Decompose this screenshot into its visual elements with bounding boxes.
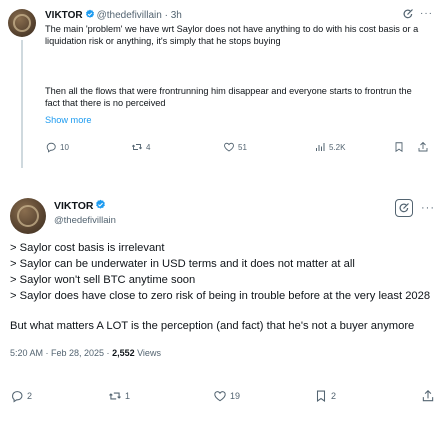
like-count: 19	[230, 391, 241, 401]
reply-button[interactable]: 2	[10, 389, 32, 403]
bookmark-button[interactable]: 2	[314, 389, 336, 403]
reply-count: 2	[27, 391, 33, 401]
thread-line	[21, 40, 23, 168]
tweet-line: > Saylor can be underwater in USD terms …	[10, 258, 355, 270]
tweet-line: > Saylor won't sell BTC anytime soon	[10, 274, 196, 286]
parent-handle[interactable]: @thedefivillain	[97, 10, 162, 21]
tweet-views-label: Views	[134, 348, 161, 358]
views-count: 5.2K	[329, 142, 346, 152]
separator-dot: ·	[164, 10, 168, 21]
show-more-link[interactable]: Show more	[45, 115, 91, 125]
tweet-line: > Saylor does have close to zero risk of…	[10, 290, 431, 302]
parent-action-bar: 10 4 51 5.2K	[45, 140, 440, 154]
verified-badge-icon	[96, 199, 106, 209]
reply-icon	[12, 391, 23, 403]
more-options-icon[interactable]: ···	[420, 8, 433, 19]
more-options-icon[interactable]: ···	[421, 202, 435, 214]
repost-count: 4	[146, 142, 151, 152]
main-tweet-text: > Saylor cost basis is irrelevant > Sayl…	[10, 240, 435, 334]
parent-tweet[interactable]: VIKTOR @thedefivillain · 3h ··· The main …	[0, 0, 445, 185]
main-handle[interactable]: @thedefivillain	[54, 215, 116, 226]
grok-icon[interactable]	[402, 8, 414, 20]
reply-icon	[46, 142, 56, 153]
tweet-line: > Saylor cost basis is irrelevant	[10, 242, 165, 254]
heart-icon	[214, 391, 226, 402]
tweet-meta: 5:20 AM · Feb 28, 2025 · 2,552 Views	[10, 348, 161, 358]
bookmark-icon	[395, 142, 403, 153]
parent-header-actions: ···	[400, 8, 436, 22]
tweet-timestamp[interactable]: 5:20 AM · Feb 28, 2025 ·	[10, 348, 112, 358]
repost-count: 1	[125, 391, 131, 401]
like-button[interactable]: 51	[223, 140, 247, 154]
repost-icon	[131, 144, 143, 150]
views-button[interactable]: 5.2K	[314, 140, 345, 154]
grok-button[interactable]	[395, 199, 413, 217]
repost-button[interactable]: 1	[108, 389, 130, 403]
reply-button[interactable]: 10	[45, 140, 69, 154]
repost-button[interactable]: 4	[131, 140, 150, 154]
main-display-name[interactable]: VIKTOR	[54, 200, 93, 212]
bookmark-icon	[316, 390, 326, 402]
main-display-name-row: VIKTOR	[54, 199, 108, 212]
views-chart-icon	[316, 143, 325, 151]
parent-header: VIKTOR @thedefivillain · 3h	[45, 9, 182, 22]
verified-badge-icon	[85, 9, 94, 18]
main-avatar[interactable]	[10, 198, 46, 234]
repost-icon	[109, 392, 121, 400]
share-icon	[418, 141, 428, 152]
share-button[interactable]	[421, 389, 435, 403]
reply-count: 10	[60, 142, 69, 152]
parent-avatar[interactable]	[8, 9, 36, 37]
grok-icon	[399, 203, 409, 213]
parent-text-paragraph-2: Then all the flows that were frontrunnin…	[45, 86, 412, 108]
share-button[interactable]	[417, 140, 429, 154]
parent-time[interactable]: 3h	[171, 10, 182, 21]
parent-text-paragraph-1: The main 'problem' we have wrt Saylor do…	[45, 24, 419, 46]
share-icon	[422, 390, 434, 402]
main-action-bar: 2 1 19 2	[10, 389, 440, 405]
heart-icon	[224, 142, 234, 152]
tweet-closing: But what matters A LOT is the perception…	[10, 320, 415, 332]
parent-display-name[interactable]: VIKTOR	[45, 10, 83, 21]
like-count: 51	[238, 142, 247, 152]
bookmark-button[interactable]	[393, 140, 405, 154]
like-button[interactable]: 19	[213, 389, 240, 403]
tweet-views-count: 2,552	[112, 348, 135, 358]
bookmark-count: 2	[331, 391, 337, 401]
